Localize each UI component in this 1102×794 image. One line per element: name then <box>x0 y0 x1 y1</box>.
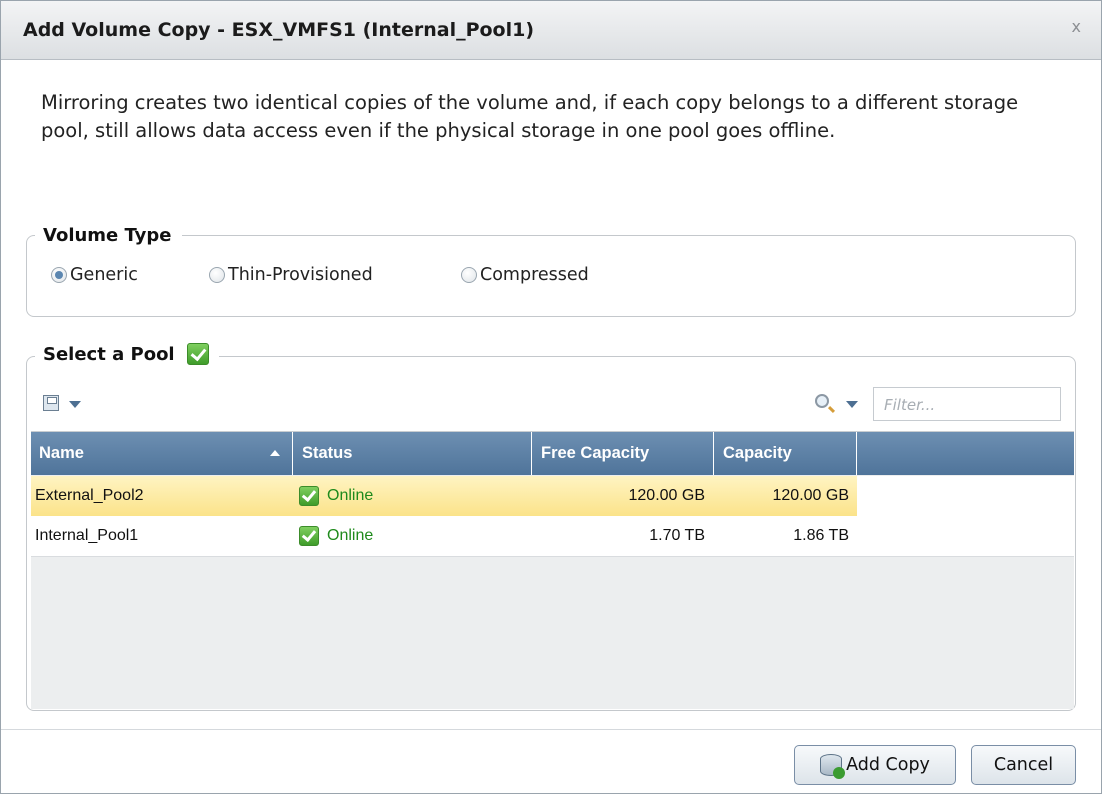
add-copy-button[interactable]: Add Copy <box>794 745 956 785</box>
select-pool-legend: Select a Pool <box>35 343 219 365</box>
radio-button-icon[interactable] <box>461 267 477 283</box>
cell-status: Online <box>299 516 529 556</box>
dialog-description: Mirroring creates two identical copies o… <box>41 91 1019 142</box>
table-row[interactable]: External_Pool2 Online 120.00 GB 120.00 G… <box>31 476 1074 516</box>
search-dropdown-icon[interactable] <box>846 401 858 408</box>
search-icon[interactable] <box>815 394 829 408</box>
cell-capacity: 120.00 GB <box>772 487 850 504</box>
radio-generic[interactable]: Generic <box>51 265 138 285</box>
save-dropdown-icon[interactable] <box>69 401 81 408</box>
cell-free-capacity: 120.00 GB <box>628 487 706 504</box>
radio-label-compressed: Compressed <box>480 265 589 285</box>
column-header-capacity[interactable]: Capacity <box>715 432 857 475</box>
table-row[interactable]: Internal_Pool1 Online 1.70 TB 1.86 TB <box>31 516 1074 557</box>
grid-toolbar: Filter... <box>31 383 1071 427</box>
dialog-title: Add Volume Copy - ESX_VMFS1 (Internal_Po… <box>23 19 535 41</box>
select-pool-label: Select a Pool <box>43 343 175 365</box>
cell-capacity: 1.86 TB <box>793 527 849 544</box>
column-header-status[interactable]: Status <box>294 432 532 475</box>
add-copy-label: Add Copy <box>846 755 930 775</box>
cell-free-capacity: 1.70 TB <box>649 527 705 544</box>
radio-thin-provisioned[interactable]: Thin-Provisioned <box>209 265 373 285</box>
check-online-icon <box>299 486 319 506</box>
table-header: Name Status Free Capacity Capacity <box>31 432 1074 475</box>
pool-table: Name Status Free Capacity Capacity Exter… <box>31 431 1074 709</box>
column-header-free-capacity[interactable]: Free Capacity <box>533 432 714 475</box>
column-header-label: Status <box>302 444 353 462</box>
column-header-label: Name <box>39 444 84 462</box>
radio-label-thin-provisioned: Thin-Provisioned <box>228 265 373 285</box>
add-volume-icon <box>820 754 846 779</box>
filter-input[interactable]: Filter... <box>873 387 1061 421</box>
check-online-icon <box>299 526 319 546</box>
cancel-label: Cancel <box>993 755 1054 775</box>
cell-name: Internal_Pool1 <box>35 527 139 544</box>
check-valid-icon <box>186 343 209 365</box>
status-text: Online <box>327 527 374 544</box>
footer-divider <box>1 729 1101 730</box>
close-icon[interactable]: x <box>1072 17 1081 36</box>
radio-compressed[interactable]: Compressed <box>461 265 589 285</box>
sort-ascending-icon <box>270 450 280 456</box>
column-header-name[interactable]: Name <box>31 432 293 475</box>
volume-type-legend: Volume Type <box>35 225 182 246</box>
column-header-label: Capacity <box>723 444 792 462</box>
cancel-button[interactable]: Cancel <box>971 745 1076 785</box>
radio-button-icon[interactable] <box>209 267 225 283</box>
save-icon[interactable] <box>43 395 59 411</box>
cell-name: External_Pool2 <box>35 487 144 504</box>
radio-button-icon[interactable] <box>51 267 67 283</box>
cell-status: Online <box>299 476 529 516</box>
status-text: Online <box>327 487 374 504</box>
radio-label-generic: Generic <box>70 265 138 285</box>
column-header-label: Free Capacity <box>541 444 650 462</box>
add-volume-copy-dialog: Add Volume Copy - ESX_VMFS1 (Internal_Po… <box>0 0 1102 794</box>
dialog-titlebar: Add Volume Copy - ESX_VMFS1 (Internal_Po… <box>1 1 1101 60</box>
